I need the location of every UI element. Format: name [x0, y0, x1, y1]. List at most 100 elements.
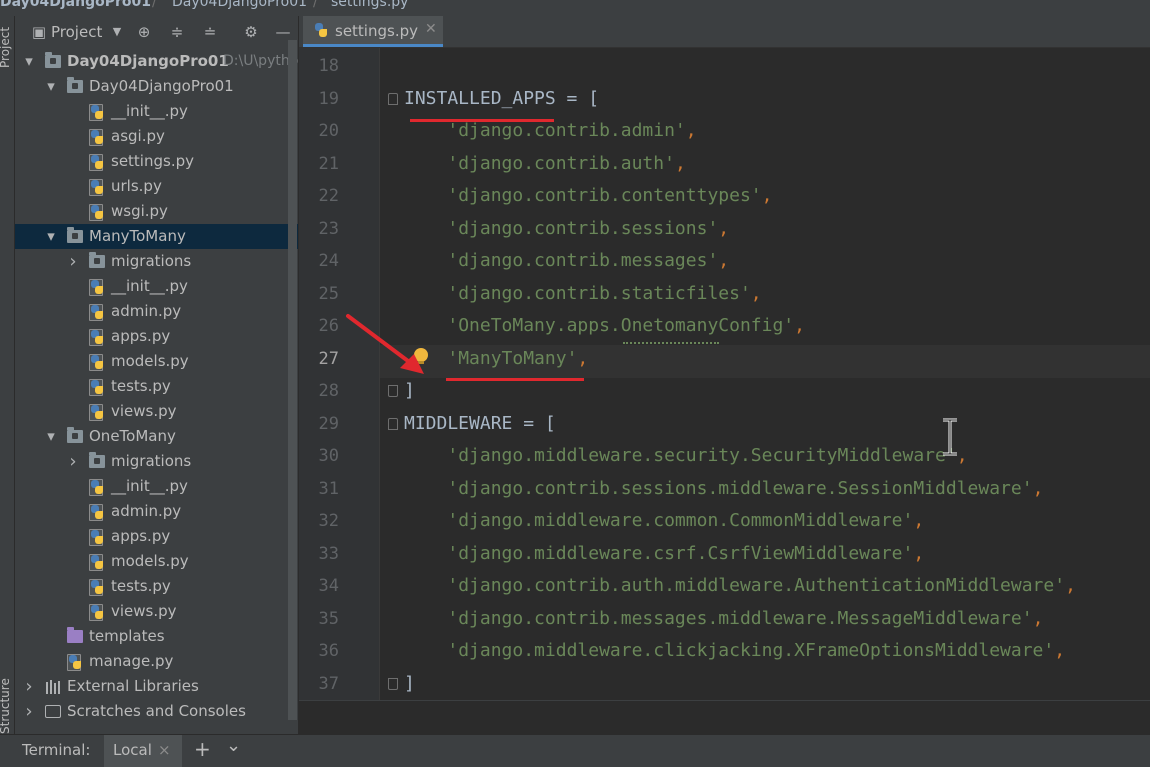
add-terminal-icon[interactable]: + — [194, 737, 211, 761]
fold-marker-icon[interactable] — [388, 417, 398, 430]
tree-item[interactable]: ▾ Day04DjangoPro01 — [15, 74, 298, 99]
terminal-label: Terminal: — [22, 741, 91, 759]
tree-item[interactable]: urls.py — [15, 174, 298, 199]
tree-item[interactable]: views.py — [15, 599, 298, 624]
tree-item[interactable]: settings.py — [15, 149, 298, 174]
tree-item-label: urls.py — [111, 177, 162, 195]
tree-item-label: Scratches and Consoles — [67, 702, 246, 720]
code-line: 'ManyToMany', — [447, 347, 589, 369]
tree-item[interactable]: tests.py — [15, 374, 298, 399]
locate-file-icon[interactable]: ⊕ — [134, 22, 154, 42]
tree-item[interactable]: templates — [15, 624, 298, 649]
folder-icon — [45, 52, 61, 68]
tree-item[interactable]: __init__.py — [15, 99, 298, 124]
python-file-icon — [89, 304, 105, 321]
tree-item-label: templates — [89, 627, 165, 645]
tab-settings-py[interactable]: settings.py ✕ — [303, 16, 443, 47]
python-file-icon — [89, 104, 105, 121]
line-number: 33 — [318, 543, 339, 564]
chevron-down-icon[interactable]: ▾ — [23, 49, 35, 74]
tree-item[interactable]: apps.py — [15, 524, 298, 549]
tree-item[interactable]: admin.py — [15, 499, 298, 524]
chevron-right-icon[interactable]: › — [23, 674, 35, 699]
tree-item[interactable]: models.py — [15, 349, 298, 374]
python-file-icon — [89, 129, 105, 146]
line-number: 24 — [318, 251, 339, 271]
python-file-icon — [89, 554, 105, 571]
line-number: 19 — [318, 88, 339, 109]
tree-item[interactable]: __init__.py — [15, 274, 298, 299]
tree-item[interactable]: models.py — [15, 549, 298, 574]
breadcrumb-project[interactable]: Day04DjangoPro01 — [0, 0, 151, 10]
project-view-selector[interactable]: Project — [51, 23, 102, 41]
code-line: INSTALLED_APPS = [ — [404, 87, 600, 109]
fold-marker-icon[interactable] — [388, 92, 398, 105]
chevron-right-icon[interactable]: › — [67, 449, 79, 474]
hide-panel-icon[interactable]: — — [273, 22, 293, 42]
tree-item[interactable]: admin.py — [15, 299, 298, 324]
collapse-all-icon[interactable]: ≐ — [200, 22, 220, 42]
terminal-bar: Terminal: Local × + ⌄ — [0, 734, 1150, 767]
python-file-icon — [313, 22, 329, 38]
tree-item[interactable]: wsgi.py — [15, 199, 298, 224]
line-number: 37 — [318, 673, 339, 694]
spelling-warning-squiggle — [623, 340, 719, 344]
annotation-arrow — [346, 314, 424, 374]
line-number: 36 — [318, 641, 339, 661]
folder-icon — [89, 452, 105, 468]
chevron-down-icon[interactable]: ▾ — [45, 74, 57, 99]
tree-item[interactable]: views.py — [15, 399, 298, 424]
terminal-options-chevron-icon[interactable]: ⌄ — [226, 735, 241, 756]
navigation-breadcrumb: Day04DjangoPro01 / Day04DjangoPro01 / se… — [0, 0, 1150, 16]
tree-item-label: tests.py — [111, 377, 171, 395]
line-number: 35 — [318, 608, 339, 629]
tree-item[interactable]: __init__.py — [15, 474, 298, 499]
tree-item-label: ManyToMany — [89, 227, 186, 245]
tree-item[interactable]: ▾ Day04DjangoPro01 D:\U\pytho — [15, 49, 298, 74]
expand-all-icon[interactable]: ≑ — [167, 22, 187, 42]
tree-item[interactable]: ▾ ManyToMany — [15, 224, 298, 249]
gear-icon[interactable]: ⚙ — [241, 22, 261, 42]
tree-item-label: models.py — [111, 352, 189, 370]
tree-item-label: wsgi.py — [111, 202, 168, 220]
terminal-tab-local[interactable]: Local × — [104, 735, 182, 767]
tree-item[interactable]: › External Libraries — [15, 674, 298, 699]
tree-item[interactable]: tests.py — [15, 574, 298, 599]
python-file-icon — [89, 504, 105, 521]
breadcrumb-file[interactable]: settings.py — [331, 0, 408, 10]
tree-item[interactable]: manage.py — [15, 649, 298, 674]
folder-icon — [67, 227, 83, 243]
tree-item[interactable]: ▾ OneToMany — [15, 424, 298, 449]
folder-icon — [67, 77, 83, 93]
line-number: 28 — [318, 381, 339, 401]
code-line: 'django.contrib.staticfiles', — [447, 282, 762, 304]
close-terminal-tab-icon[interactable]: × — [158, 741, 171, 759]
chevron-down-icon[interactable]: ▾ — [45, 424, 57, 449]
scratches-icon — [45, 705, 61, 718]
tree-item[interactable]: › migrations — [15, 449, 298, 474]
tree-item-label: apps.py — [111, 327, 171, 345]
fold-marker-icon[interactable] — [388, 385, 398, 397]
project-tool-window-button[interactable]: Project — [0, 27, 12, 68]
fold-marker-icon[interactable] — [388, 677, 398, 690]
close-tab-icon[interactable]: ✕ — [425, 21, 437, 37]
python-file-icon — [89, 479, 105, 496]
tree-item[interactable]: › migrations — [15, 249, 298, 274]
chevron-down-icon[interactable]: ▾ — [45, 224, 57, 249]
tree-item-label: migrations — [111, 252, 192, 270]
project-scrollbar[interactable] — [288, 40, 297, 720]
code-line: 'django.contrib.sessions', — [447, 217, 730, 239]
chevron-right-icon[interactable]: › — [23, 699, 35, 724]
tree-item[interactable]: › Scratches and Consoles — [15, 699, 298, 724]
structure-tool-window-button[interactable]: Structure — [0, 678, 12, 734]
python-file-icon — [89, 529, 105, 546]
tree-item[interactable]: apps.py — [15, 324, 298, 349]
chevron-down-icon[interactable]: ▼ — [107, 22, 127, 42]
chevron-right-icon[interactable]: › — [67, 249, 79, 274]
code-editor[interactable]: INSTALLED_APPS = [ 'django.contrib.admin… — [380, 48, 1150, 700]
tree-item[interactable]: asgi.py — [15, 124, 298, 149]
breadcrumb-package[interactable]: Day04DjangoPro01 — [172, 0, 307, 10]
tree-item-label: asgi.py — [111, 127, 165, 145]
tab-label: settings.py — [335, 22, 418, 40]
editor-tab-bar: settings.py ✕ — [299, 16, 1150, 48]
